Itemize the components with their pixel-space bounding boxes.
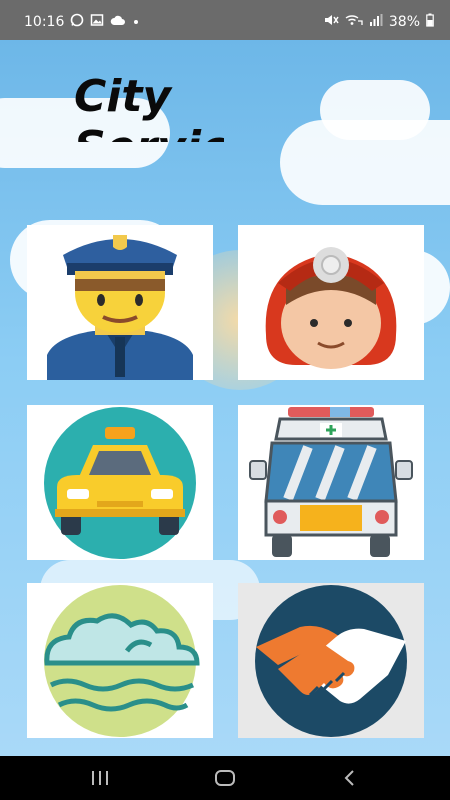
battery-icon <box>426 13 434 31</box>
service-tile-weather[interactable] <box>27 583 213 738</box>
back-button[interactable] <box>330 764 370 792</box>
weather-icon <box>44 585 200 737</box>
clock: 10:16 <box>24 14 65 30</box>
app-screen: City Services <box>0 40 450 756</box>
signal-icon <box>369 13 383 31</box>
page-title: City Services <box>74 72 224 142</box>
cloud-icon <box>110 14 126 30</box>
firefighter-icon <box>265 247 397 369</box>
navigation-bar <box>0 756 450 800</box>
battery-text: 38% <box>388 14 420 30</box>
handshake-icon <box>255 585 407 737</box>
gallery-icon <box>90 13 104 31</box>
taxi-icon <box>44 407 196 559</box>
ambulance-icon <box>249 407 413 557</box>
recent-apps-button[interactable] <box>80 764 120 792</box>
service-tile-firefighter[interactable] <box>238 225 424 380</box>
status-bar: 10:16 38% <box>0 0 450 40</box>
police-officer-icon <box>47 235 193 380</box>
background-cloud <box>280 120 450 205</box>
back-icon <box>344 770 354 786</box>
recent-apps-icon <box>92 771 108 785</box>
whatsapp-icon <box>70 13 84 31</box>
home-icon <box>215 770 235 786</box>
mute-icon <box>323 13 339 31</box>
home-button[interactable] <box>205 764 245 792</box>
wifi-calling-icon <box>345 13 363 31</box>
service-tile-ambulance[interactable] <box>238 405 424 560</box>
service-tile-police[interactable] <box>27 225 213 380</box>
service-tile-taxi[interactable] <box>27 405 213 560</box>
dot-icon <box>132 14 140 30</box>
service-tile-help[interactable] <box>238 583 424 738</box>
